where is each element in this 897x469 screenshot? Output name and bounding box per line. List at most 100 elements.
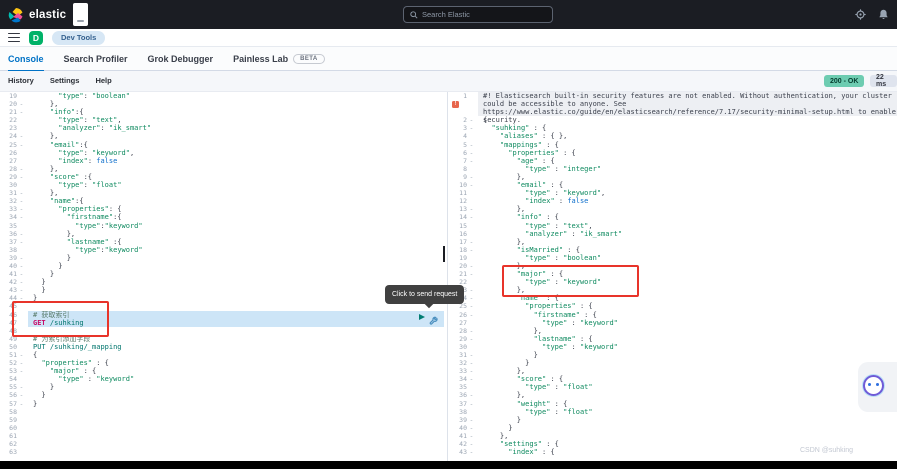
fold-toggle[interactable]: - — [17, 254, 26, 262]
code-line: 32- } — [450, 359, 897, 367]
fold-toggle[interactable]: - — [17, 286, 26, 294]
elastic-logo-icon — [8, 7, 23, 22]
help-link[interactable]: Help — [95, 76, 111, 85]
nav-menu-icon[interactable] — [8, 32, 20, 43]
fold-toggle[interactable]: - — [467, 448, 476, 456]
global-search-input[interactable]: Search Elastic — [403, 6, 553, 23]
fold-toggle[interactable]: - — [17, 278, 26, 286]
request-editor[interactable]: 19 "type": "boolean" 20- }, 21- "info":{22… — [0, 92, 444, 461]
panel-resize-handle[interactable] — [443, 246, 445, 262]
fold-toggle[interactable]: - — [467, 141, 476, 149]
fold-toggle[interactable]: - — [17, 132, 26, 140]
search-icon — [410, 10, 418, 19]
fold-toggle[interactable]: - — [17, 205, 26, 213]
code-line: 37- "weight" : { — [450, 400, 897, 408]
fold-toggle[interactable]: - — [17, 100, 26, 108]
floating-widget-button[interactable] — [863, 375, 884, 396]
tab-painless-lab[interactable]: Painless Lab BETA — [233, 47, 325, 71]
fold-toggle[interactable]: - — [467, 375, 476, 383]
fold-toggle[interactable]: - — [467, 391, 476, 399]
fold-toggle[interactable]: - — [17, 189, 26, 197]
fold-toggle[interactable]: - — [467, 157, 476, 165]
line-number: 63 — [9, 448, 17, 457]
fold-toggle[interactable]: - — [467, 351, 476, 359]
fold-toggle[interactable]: - — [17, 359, 26, 367]
fold-toggle[interactable]: - — [467, 359, 476, 367]
fold-toggle[interactable]: - — [467, 416, 476, 424]
code-line: 60 — [0, 424, 444, 432]
help-icon[interactable] — [855, 9, 866, 20]
code-line: 4 "aliases" : { }, — [450, 132, 897, 140]
line-number: 32 — [459, 359, 467, 368]
request-options-wrench-icon[interactable] — [429, 312, 438, 330]
fold-toggle[interactable]: - — [467, 124, 476, 132]
code-line: 15 "type" : "text", — [450, 222, 897, 230]
fold-toggle[interactable]: - — [17, 391, 26, 399]
fold-toggle[interactable]: - — [467, 400, 476, 408]
fold-toggle[interactable]: - — [467, 440, 476, 448]
fold-toggle[interactable]: - — [17, 351, 26, 359]
alerts-bell-icon[interactable] — [878, 9, 889, 20]
fold-toggle[interactable]: - — [467, 335, 476, 343]
line-number: 60 — [9, 423, 17, 432]
fold-toggle[interactable]: - — [467, 238, 476, 246]
elastic-logo[interactable]: elastic — [8, 7, 66, 23]
fold-toggle[interactable]: - — [17, 108, 26, 116]
line-number: 30 — [459, 342, 467, 351]
fold-toggle[interactable]: - — [467, 432, 476, 440]
fold-toggle[interactable]: - — [467, 424, 476, 432]
fold-toggle[interactable]: - — [17, 213, 26, 221]
tab-search-profiler[interactable]: Search Profiler — [64, 47, 128, 71]
code-line: 63 — [0, 448, 444, 456]
fold-toggle[interactable]: - — [17, 270, 26, 278]
code-line: 38 "type" : "float" — [450, 408, 897, 416]
fold-toggle[interactable]: - — [17, 141, 26, 149]
code-line: 8 "type" : "integer" — [450, 165, 897, 173]
line-number: 10 — [459, 181, 467, 190]
fold-toggle[interactable]: - — [17, 400, 26, 408]
space-avatar[interactable]: D — [29, 30, 43, 45]
fold-toggle[interactable]: - — [17, 197, 26, 205]
breadcrumb[interactable]: Dev Tools — [52, 30, 106, 45]
send-request-play-icon[interactable] — [419, 314, 425, 320]
fold-toggle[interactable]: - — [467, 116, 476, 124]
fold-toggle[interactable]: - — [17, 173, 26, 181]
line-number: 19 — [9, 92, 17, 100]
fold-toggle[interactable]: - — [467, 173, 476, 181]
fold-toggle[interactable]: - — [17, 230, 26, 238]
browser-extension-icon[interactable] — [73, 3, 88, 26]
fold-toggle[interactable]: - — [467, 302, 476, 310]
fold-toggle[interactable]: - — [17, 238, 26, 246]
fold-toggle[interactable]: - — [17, 262, 26, 270]
fold-toggle[interactable]: - — [467, 205, 476, 213]
fold-toggle[interactable]: - — [467, 246, 476, 254]
fold-toggle[interactable]: - — [17, 367, 26, 375]
history-link[interactable]: History — [8, 76, 34, 85]
fold-toggle[interactable]: - — [467, 367, 476, 375]
line-number: 19 — [459, 253, 467, 262]
tab-grok-debugger[interactable]: Grok Debugger — [148, 47, 214, 71]
fold-toggle[interactable]: - — [17, 383, 26, 391]
tab-console[interactable]: Console — [8, 47, 44, 72]
settings-link[interactable]: Settings — [50, 76, 80, 85]
line-number: 42 — [9, 278, 17, 287]
line-number: 40 — [9, 261, 17, 270]
fold-toggle[interactable]: - — [467, 327, 476, 335]
fold-toggle[interactable]: - — [467, 181, 476, 189]
fold-toggle[interactable]: - — [467, 270, 476, 278]
code-line: 18- "isMarried" : { — [450, 246, 897, 254]
fold-toggle[interactable]: - — [17, 165, 26, 173]
code-line: 30 "type" : "keyword" — [450, 343, 897, 351]
fold-toggle[interactable]: - — [467, 294, 476, 302]
fold-toggle[interactable]: - — [467, 262, 476, 270]
fold-toggle[interactable]: - — [467, 286, 476, 294]
fold-toggle[interactable]: - — [467, 311, 476, 319]
fold-toggle[interactable]: - — [467, 213, 476, 221]
fold-toggle[interactable]: - — [467, 149, 476, 157]
